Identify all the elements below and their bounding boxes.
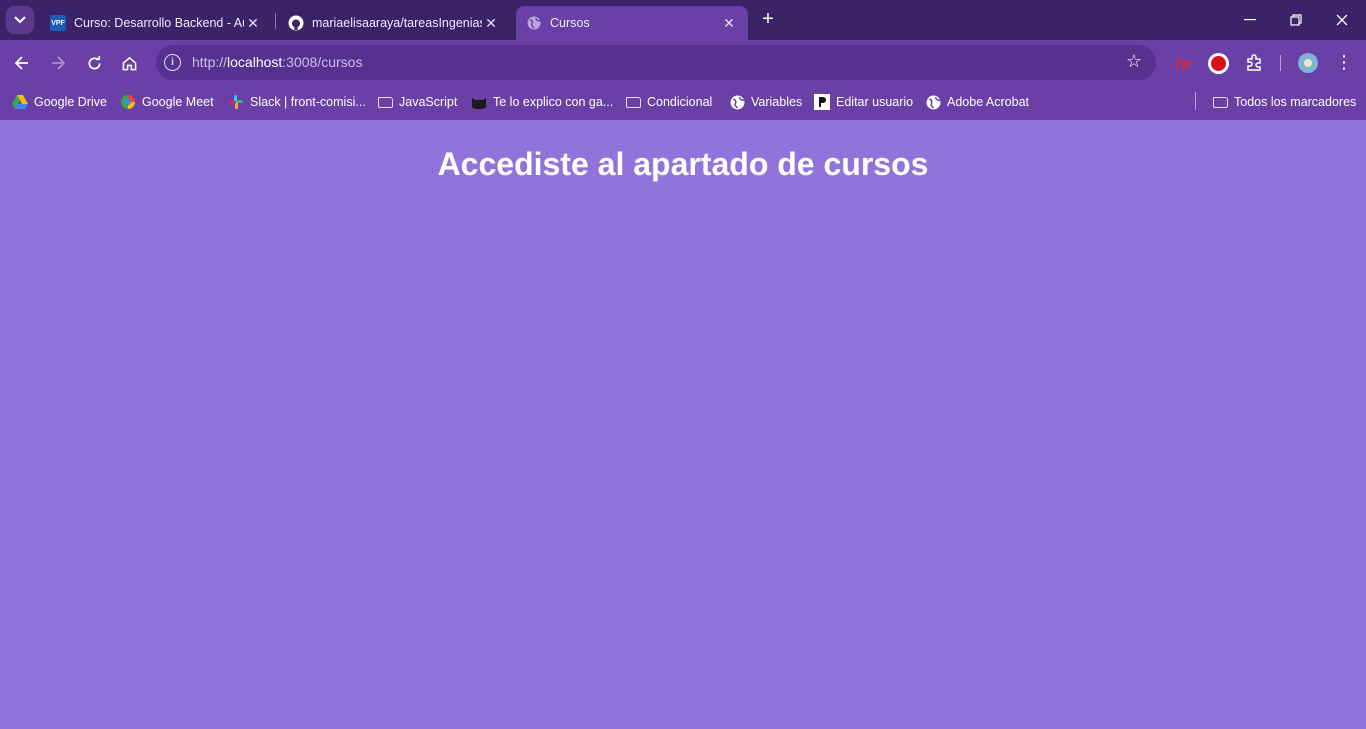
bookmark-adobe-acrobat[interactable]: Adobe Acrobat	[925, 91, 1029, 113]
minimize-icon[interactable]	[1230, 6, 1270, 34]
tab-search-chevron-down-icon[interactable]	[6, 6, 34, 34]
google-meet-icon	[120, 94, 136, 110]
bookmarks-bar: Google Drive Google Meet Slack | front-c…	[0, 85, 1366, 120]
folder-icon	[625, 94, 641, 110]
tp-extension-icon[interactable]: Tp	[1172, 51, 1192, 75]
page-heading: Accediste al apartado de cursos	[437, 146, 929, 182]
bookmarks-divider	[1195, 92, 1196, 110]
new-tab-plus-icon[interactable]: +	[758, 8, 778, 32]
bookmark-slack[interactable]: Slack | front-comisi...	[228, 91, 366, 113]
tab-divider	[275, 13, 276, 29]
close-window-icon[interactable]	[1322, 6, 1362, 34]
google-drive-icon	[12, 94, 28, 110]
bookmark-label: Variables	[751, 95, 803, 109]
url-text[interactable]: http://localhost:3008/cursos	[192, 54, 362, 70]
bookmark-label: JavaScript	[399, 95, 458, 109]
tab-github-repo[interactable]: mariaelisaaraya/tareasIngenias/ ✕	[278, 6, 510, 40]
github-icon	[288, 15, 304, 31]
slack-icon	[228, 94, 244, 110]
close-tab-icon[interactable]: ✕	[720, 15, 738, 32]
page-content: Accediste al apartado de cursos	[0, 120, 1366, 729]
url-scheme: http://	[192, 54, 228, 70]
folder-icon	[1212, 94, 1228, 110]
tab-curso-backend[interactable]: VPF Curso: Desarrollo Backend - Aul ✕	[40, 6, 272, 40]
vpf-icon: VPF	[50, 15, 66, 31]
tab-title: Cursos	[550, 16, 590, 30]
forward-arrow-icon[interactable]	[44, 49, 72, 77]
back-arrow-icon[interactable]	[8, 49, 36, 77]
bookmark-google-drive[interactable]: Google Drive	[12, 91, 107, 113]
close-tab-icon[interactable]: ✕	[482, 15, 500, 32]
bookmark-editar-usuario[interactable]: Editar usuario	[814, 91, 913, 113]
bookmark-google-meet[interactable]: Google Meet	[120, 91, 214, 113]
bookmark-label: Editar usuario	[836, 95, 914, 109]
folder-icon	[377, 94, 393, 110]
all-bookmarks-folder[interactable]: Todos los marcadores	[1212, 91, 1356, 113]
more-menu-icon[interactable]: ⋮	[1334, 51, 1354, 75]
bookmark-label: Todos los marcadores	[1234, 95, 1357, 109]
restore-icon[interactable]	[1276, 6, 1316, 34]
tab-title: Curso: Desarrollo Backend - Aul	[74, 16, 244, 30]
bookmark-label: Te lo explico con ga...	[493, 95, 614, 109]
bookmark-label: Adobe Acrobat	[947, 95, 1030, 109]
close-tab-icon[interactable]: ✕	[244, 15, 262, 32]
globe-icon	[925, 94, 941, 110]
url-host: localhost	[227, 54, 283, 70]
cat-icon	[471, 94, 487, 110]
globe-icon	[526, 15, 542, 31]
tab-strip: VPF Curso: Desarrollo Backend - Aul ✕ ma…	[0, 0, 1366, 40]
browser-toolbar: i http://localhost:3008/cursos ☆	[0, 40, 1366, 85]
tab-title: mariaelisaaraya/tareasIngenias/	[312, 16, 482, 30]
bookmark-label: Slack | front-comisi...	[250, 95, 366, 109]
bookmark-folder-javascript[interactable]: JavaScript	[377, 91, 457, 113]
bookmark-folder-condicional[interactable]: Condicional	[625, 91, 712, 113]
adblock-extension-icon[interactable]	[1207, 51, 1229, 75]
tab-cursos-active[interactable]: Cursos ✕	[516, 6, 748, 40]
bookmark-label: Google Meet	[142, 95, 214, 109]
bookmark-variables[interactable]: Variables	[729, 91, 802, 113]
profile-avatar[interactable]	[1298, 53, 1318, 73]
globe-icon	[729, 94, 745, 110]
site-info-icon[interactable]: i	[164, 54, 181, 71]
bookmark-label: Condicional	[647, 95, 713, 109]
toolbar-divider	[1280, 55, 1281, 71]
extensions-puzzle-icon[interactable]	[1243, 51, 1265, 75]
home-icon[interactable]	[115, 49, 143, 77]
bookmark-te-lo-explico[interactable]: Te lo explico con ga...	[471, 91, 613, 113]
bookmark-star-icon[interactable]: ☆	[1126, 51, 1142, 72]
bookmark-label: Google Drive	[34, 95, 107, 109]
p-icon	[814, 94, 830, 110]
reload-icon[interactable]	[80, 49, 108, 77]
address-bar[interactable]: i http://localhost:3008/cursos ☆	[156, 45, 1156, 80]
url-path: :3008/cursos	[282, 54, 363, 70]
